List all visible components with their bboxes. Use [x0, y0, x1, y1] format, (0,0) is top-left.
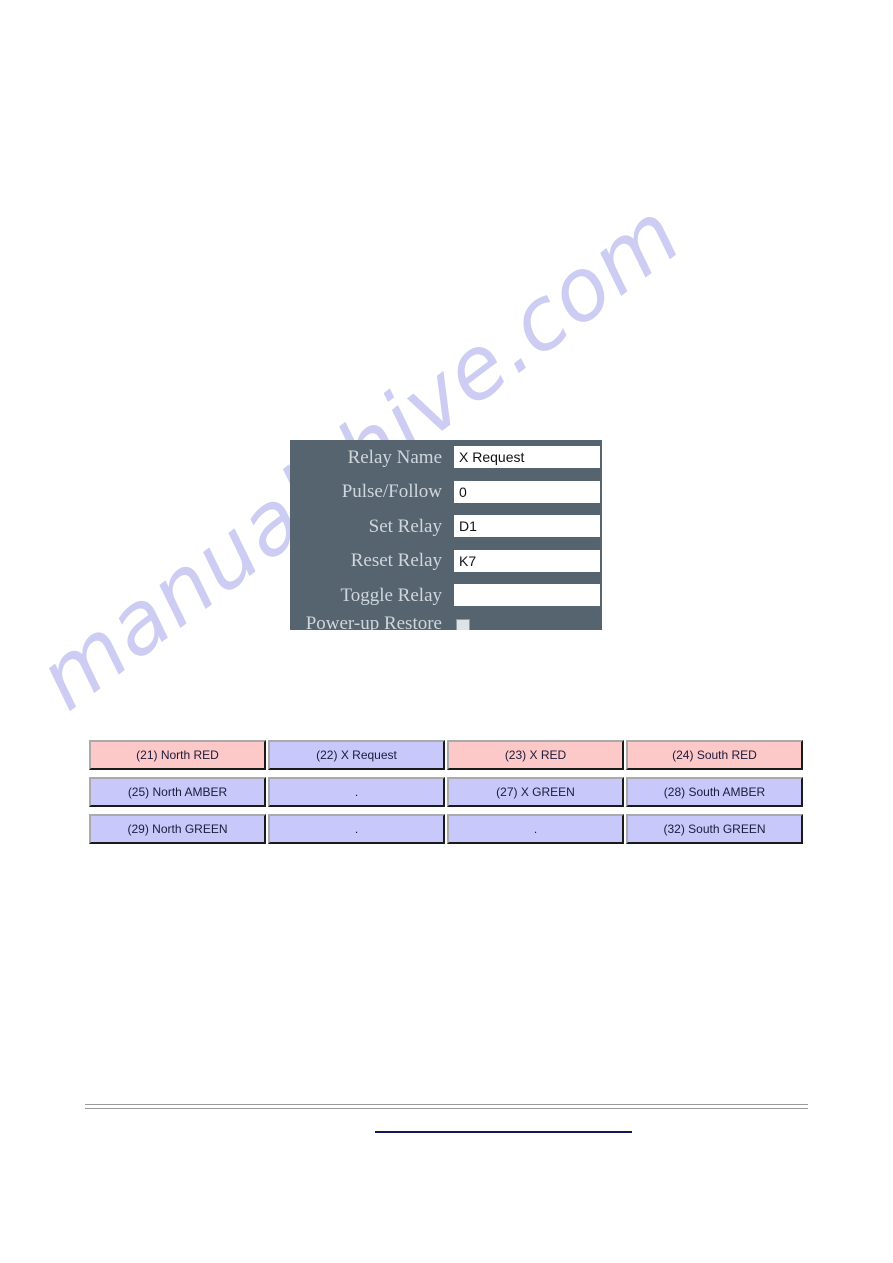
- set-relay-input[interactable]: [454, 515, 600, 538]
- relay-field-row-power-up-restore: Power-up Restore: [290, 612, 602, 631]
- watermark-layer: manualshive.com: [0, 0, 893, 1263]
- reset-relay-label: Reset Relay: [350, 550, 442, 572]
- power-up-restore-checkbox[interactable]: [456, 618, 470, 630]
- pulse-follow-input[interactable]: [454, 480, 600, 503]
- relay-button-26[interactable]: .: [268, 777, 445, 807]
- footer-divider-rule: [85, 1104, 808, 1109]
- power-up-restore-checkbox-cell: [454, 613, 600, 630]
- relay-field-row-toggle-relay: Toggle Relay: [290, 578, 602, 613]
- relay-field-row-relay-name: Relay Name: [290, 440, 602, 475]
- reset-relay-input[interactable]: [454, 549, 600, 572]
- relay-matrix-row: (29) North GREEN . . (32) South GREEN: [89, 814, 803, 844]
- relay-button-28[interactable]: (28) South AMBER: [626, 777, 803, 807]
- relay-name-input[interactable]: [454, 446, 600, 469]
- pulse-follow-label: Pulse/Follow: [341, 481, 442, 503]
- set-relay-label: Set Relay: [368, 515, 442, 537]
- relay-name-label: Relay Name: [347, 446, 442, 468]
- relay-button-27[interactable]: (27) X GREEN: [447, 777, 624, 807]
- relay-field-row-set-relay: Set Relay: [290, 509, 602, 544]
- relay-button-30[interactable]: .: [268, 814, 445, 844]
- relay-button-25[interactable]: (25) North AMBER: [89, 777, 266, 807]
- toggle-relay-label: Toggle Relay: [340, 584, 442, 606]
- relay-field-row-pulse-follow: Pulse/Follow: [290, 475, 602, 510]
- relay-matrix-row: (21) North RED (22) X Request (23) X RED…: [89, 740, 803, 770]
- relay-button-24[interactable]: (24) South RED: [626, 740, 803, 770]
- relay-button-22[interactable]: (22) X Request: [268, 740, 445, 770]
- toggle-relay-input[interactable]: [454, 584, 600, 607]
- relay-button-29[interactable]: (29) North GREEN: [89, 814, 266, 844]
- relay-status-matrix: (21) North RED (22) X Request (23) X RED…: [89, 740, 803, 844]
- relay-matrix-row: (25) North AMBER . (27) X GREEN (28) Sou…: [89, 777, 803, 807]
- relay-settings-panel: Relay Name Pulse/Follow Set Relay Reset …: [290, 440, 602, 630]
- relay-button-32[interactable]: (32) South GREEN: [626, 814, 803, 844]
- relay-button-31[interactable]: .: [447, 814, 624, 844]
- footer-link-underline: [375, 1131, 632, 1133]
- power-up-restore-label: Power-up Restore: [305, 612, 442, 631]
- relay-field-row-reset-relay: Reset Relay: [290, 544, 602, 579]
- relay-button-23[interactable]: (23) X RED: [447, 740, 624, 770]
- relay-button-21[interactable]: (21) North RED: [89, 740, 266, 770]
